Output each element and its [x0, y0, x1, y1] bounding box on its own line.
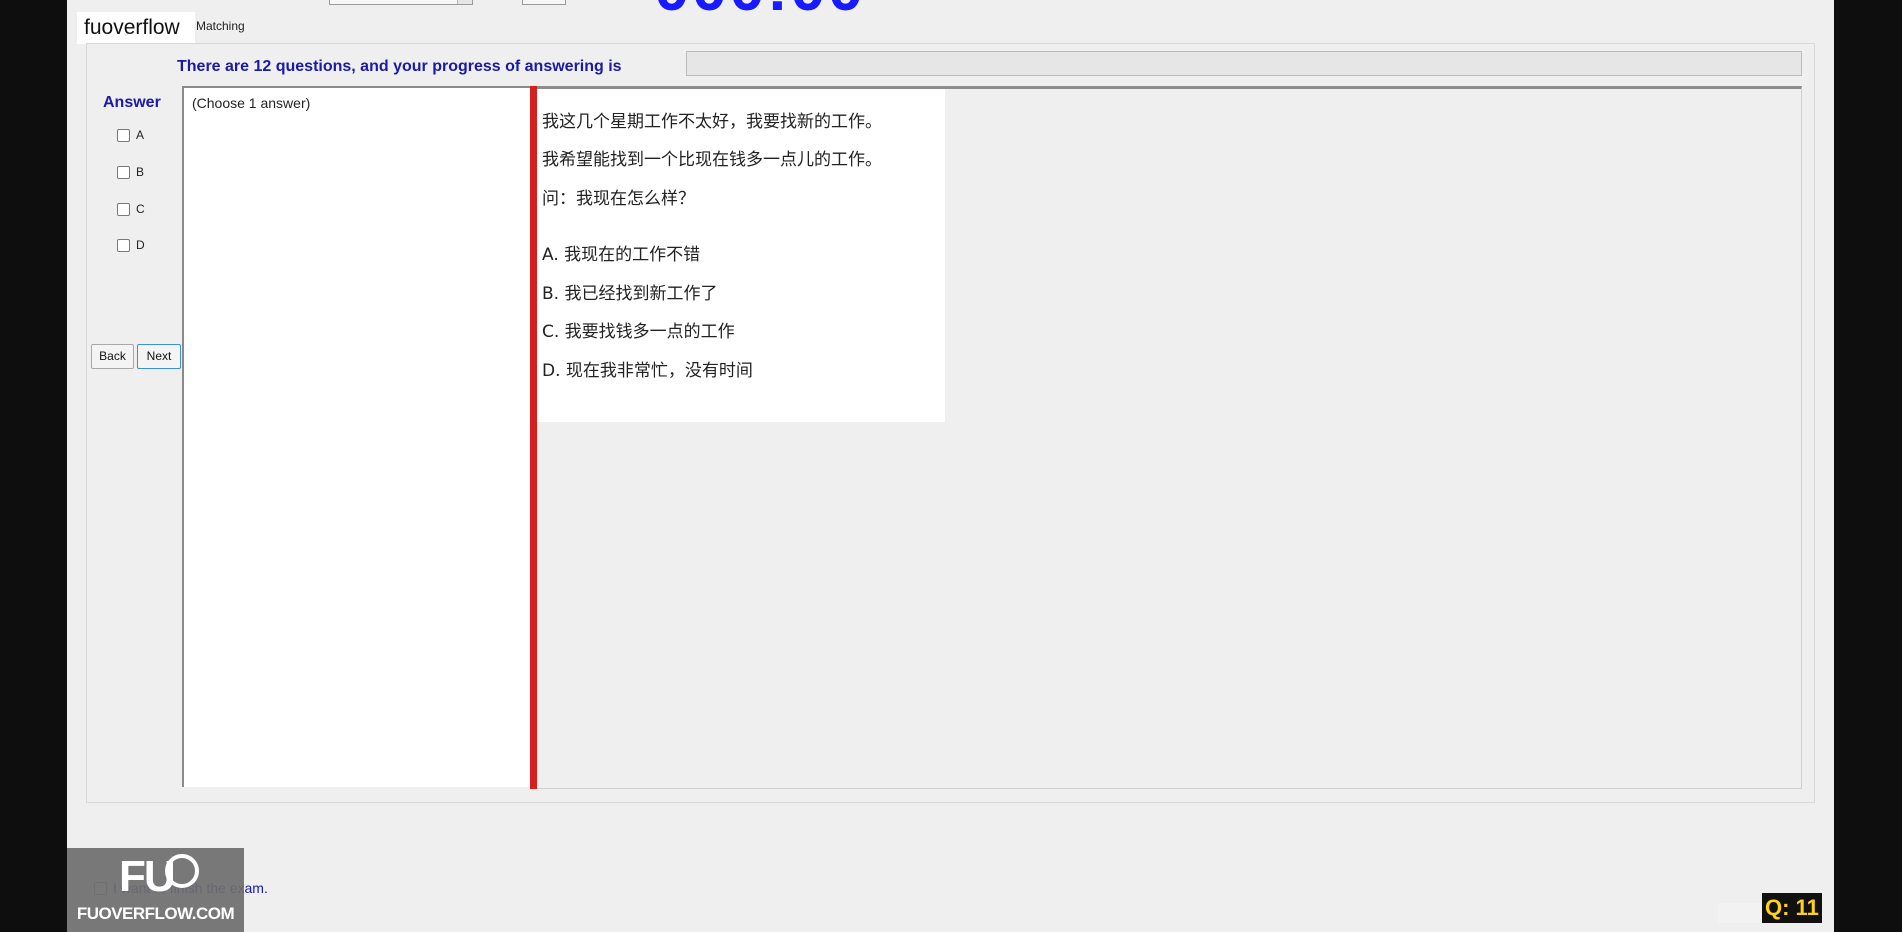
panel-splitter[interactable] — [530, 86, 537, 789]
next-button[interactable]: Next — [137, 344, 181, 369]
question-counter: Q: 11 — [1762, 893, 1822, 923]
answer-option-a[interactable]: A — [117, 126, 144, 144]
choice-b-text: B. 我已经找到新工作了 — [542, 284, 718, 304]
answer-option-label: D — [136, 238, 145, 252]
answer-option-label: A — [136, 128, 145, 142]
choice-d-text: D. 现在我非常忙，没有时间 — [542, 361, 753, 381]
checkbox-c[interactable] — [117, 202, 130, 216]
logo-site-text: FUOVERFLOW.COM — [76, 904, 235, 923]
exam-timer: 000:00 — [654, 0, 865, 20]
progress-bar — [686, 51, 1802, 76]
exam-window: 000:00 fuoverflow Matching There are 12 … — [67, 0, 1834, 932]
question-text-line: 我希望能找到一个比现在钱多一点儿的工作。 — [542, 150, 882, 170]
answer-option-label: C — [136, 202, 145, 216]
overlay-smudge — [1718, 903, 1762, 923]
choice-a-text: A. 我现在的工作不错 — [542, 245, 701, 265]
logo-ring-icon — [165, 854, 199, 888]
chevron-down-icon[interactable] — [457, 0, 472, 4]
fuoverflow-logo: FU FUOVERFLOW.COM — [67, 848, 244, 932]
answer-option-b[interactable]: B — [117, 163, 144, 181]
back-button[interactable]: Back — [91, 344, 134, 369]
choice-c-text: C. 我要找钱多一点的工作 — [542, 322, 735, 342]
checkbox-d[interactable] — [117, 238, 130, 252]
answer-option-label: B — [136, 165, 145, 179]
checkbox-b[interactable] — [117, 165, 130, 179]
answer-option-c[interactable]: C — [117, 200, 145, 218]
checkbox-a[interactable] — [117, 128, 130, 142]
progress-label: There are 12 questions, and your progres… — [177, 58, 622, 75]
question-prompt: 问：我现在怎么样？ — [542, 189, 695, 209]
top-spin-box[interactable] — [522, 0, 566, 5]
choose-hint: (Choose 1 answer) — [192, 95, 311, 111]
answer-option-d[interactable]: D — [117, 236, 145, 254]
question-text-line: 我这几个星期工作不太好，我要找新的工作。 — [542, 112, 882, 132]
answer-info-panel: (Choose 1 answer) — [182, 86, 534, 787]
tab-matching[interactable]: Matching — [196, 19, 245, 33]
watermark-brand: fuoverflow — [77, 12, 195, 44]
top-combo-box[interactable] — [329, 0, 473, 5]
answer-heading: Answer — [103, 94, 161, 111]
